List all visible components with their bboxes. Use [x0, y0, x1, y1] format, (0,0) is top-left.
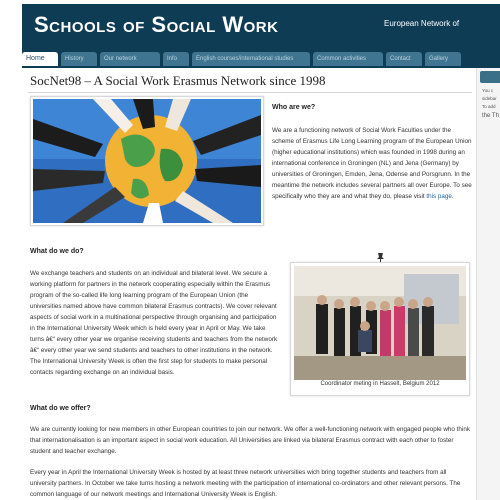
- title-divider: [28, 92, 472, 93]
- tab-gallery[interactable]: Gallery: [425, 52, 461, 66]
- site-logo[interactable]: Schools of Social Work: [34, 12, 278, 38]
- who-are-we-text: We are a functioning network of Social W…: [272, 125, 472, 202]
- what-do-we-offer-text: We are currently looking for new members…: [30, 426, 470, 455]
- tab-our-network[interactable]: Our network: [100, 52, 160, 66]
- photo-caption: Coordinator meting in Hasselt, Belgium 2…: [320, 381, 440, 387]
- tab-english-courses[interactable]: English courses/international studies: [192, 52, 310, 66]
- tab-contact[interactable]: Contact: [386, 52, 422, 66]
- site-header: Schools of Social Work European Network …: [0, 0, 500, 68]
- group-photo-image: [294, 266, 466, 380]
- this-page-link[interactable]: this page.: [426, 193, 453, 200]
- coordinator-meeting-photo: Coordinator meting in Hasselt, Belgium 2…: [290, 262, 470, 396]
- left-gutter: [0, 68, 22, 500]
- tab-common-activities[interactable]: Common activities: [313, 52, 383, 66]
- international-week-text: Every year in April the International Un…: [30, 469, 461, 498]
- site-tagline: European Network of: [384, 19, 460, 28]
- right-sidebar: [476, 68, 500, 500]
- what-do-we-do-heading: What do we do?: [30, 248, 84, 255]
- main-navigation: Home History Our network Info English co…: [22, 52, 461, 68]
- sidebar-text-2: sidebar: [482, 96, 497, 101]
- who-are-we-body: We are a functioning network of Social W…: [272, 127, 472, 200]
- hands-globe-image: [33, 99, 261, 223]
- sidebar-text-3: To add: [482, 104, 496, 109]
- sidebar-text-1: You c: [482, 88, 494, 93]
- what-do-we-offer-heading: What do we offer?: [30, 405, 91, 412]
- sidebar-text-4[interactable]: the Th: [482, 113, 499, 119]
- sidebar-widget-header: [480, 71, 500, 83]
- tab-history[interactable]: History: [61, 52, 97, 66]
- what-do-we-do-text: We exchange teachers and students on an …: [30, 270, 278, 376]
- who-are-we-heading: Who are we?: [272, 104, 316, 111]
- tab-home[interactable]: Home: [22, 52, 58, 66]
- page-title: SocNet98 – A Social Work Erasmus Network…: [30, 73, 326, 88]
- hands-globe-photo: [30, 96, 264, 226]
- tab-info[interactable]: Info: [163, 52, 189, 66]
